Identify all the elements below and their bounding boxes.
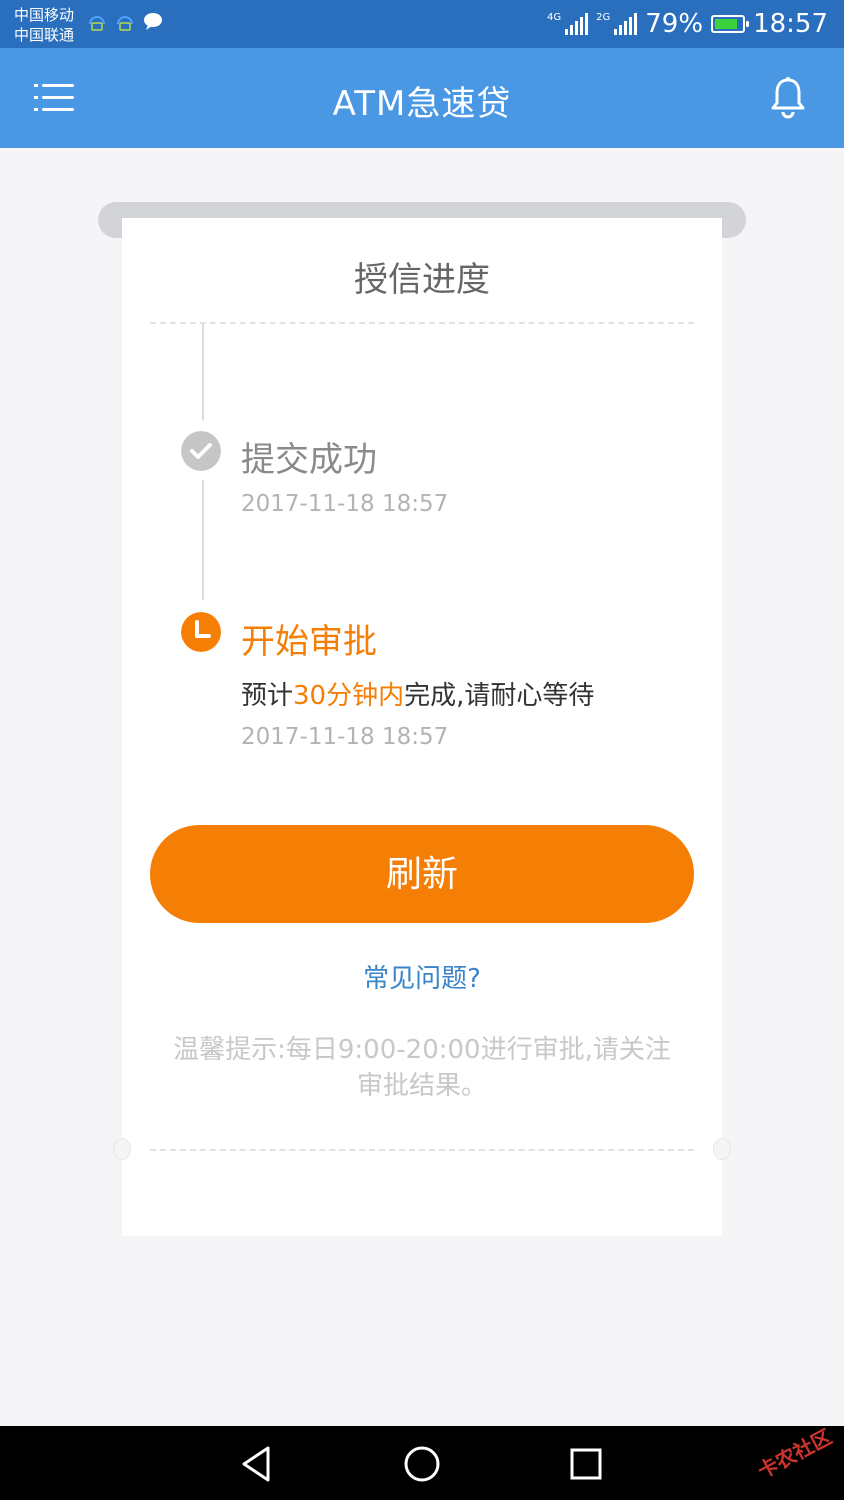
- bell-icon[interactable]: [768, 76, 808, 120]
- status-bar: 中国移动 中国联通 4G 2G 79% 18:57: [0, 0, 844, 48]
- chat-bubble-icon: [144, 13, 162, 30]
- card-title: 授信进度: [354, 260, 490, 300]
- signal-2g-icon: 2G: [596, 13, 638, 35]
- carrier-1: 中国移动: [14, 6, 75, 24]
- timeline-line: [202, 480, 204, 600]
- divider: [150, 1149, 694, 1151]
- timeline-line: [202, 324, 204, 420]
- step-1-time: 2017-11-18 18:57: [241, 491, 449, 517]
- status-right: 4G 2G 79% 18:57: [547, 9, 828, 39]
- ticket-notch: [713, 1138, 731, 1160]
- page-title: ATM急速贷: [332, 84, 512, 124]
- back-triangle-icon[interactable]: [236, 1442, 280, 1486]
- ticket-notch: [113, 1138, 131, 1160]
- step-2-time: 2017-11-18 18:57: [241, 724, 449, 750]
- step-2-title: 开始审批: [241, 622, 377, 662]
- notification-icons: [86, 10, 164, 32]
- check-circle-icon: [181, 431, 221, 471]
- carrier-info: 中国移动 中国联通: [14, 5, 74, 45]
- tip-text: 温馨提示:每日9:00-20:00进行审批,请关注 审批结果。: [173, 1035, 671, 1101]
- divider: [150, 322, 694, 324]
- faq-link[interactable]: 常见问题?: [122, 958, 722, 995]
- system-nav-bar: 卡农社区: [0, 1424, 844, 1500]
- home-circle-icon[interactable]: [400, 1442, 444, 1486]
- watermark-logo: 卡农社区: [753, 1424, 836, 1484]
- refresh-button[interactable]: 刷新: [150, 825, 694, 923]
- progress-card: 授信进度 提交成功 2017-11-18 18:57 开始审批 预计30分钟内完…: [122, 218, 722, 1236]
- recents-square-icon[interactable]: [564, 1442, 608, 1486]
- clock-time: 18:57: [753, 9, 828, 39]
- app-notify-icon: [117, 16, 133, 31]
- clock-icon: [181, 612, 221, 652]
- battery-icon: [711, 15, 750, 33]
- signal-4g-icon: 4G: [547, 13, 589, 35]
- app-header: ATM急速贷: [0, 48, 844, 148]
- carrier-2: 中国联通: [14, 26, 75, 44]
- battery-percent: 79%: [645, 9, 704, 39]
- app-notify-icon: [89, 16, 105, 31]
- step-1-title: 提交成功: [241, 440, 377, 480]
- step-2-desc: 预计30分钟内完成,请耐心等待: [241, 681, 595, 711]
- eta-highlight: 30分钟内: [293, 681, 405, 711]
